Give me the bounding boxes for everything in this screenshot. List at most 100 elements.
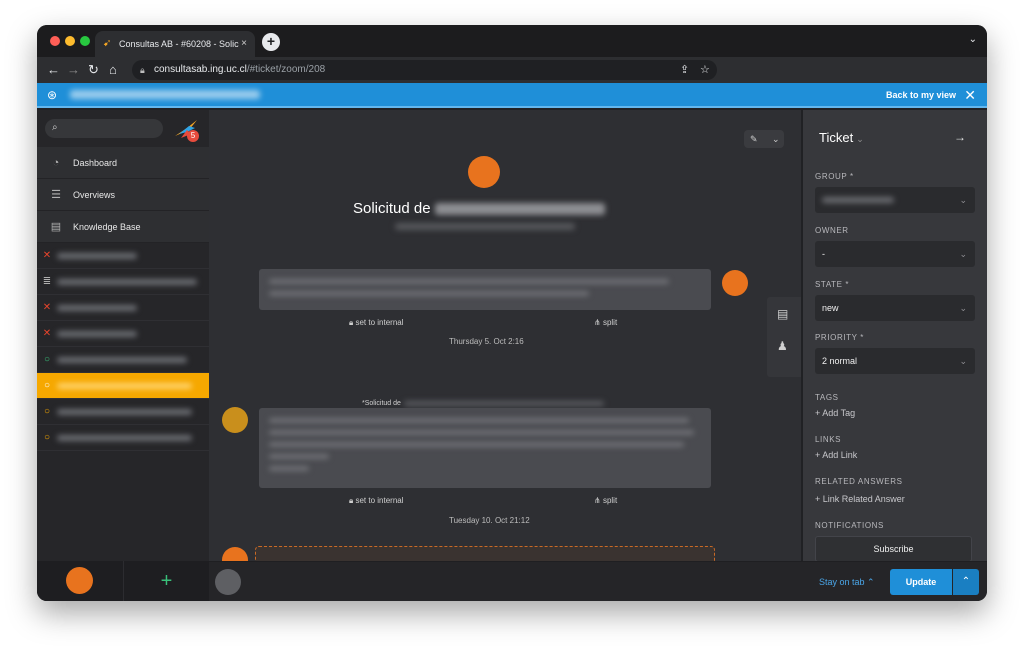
bookmark-star-icon[interactable]: ☆ (700, 60, 710, 80)
knowledge-base-icon: ▤ (50, 221, 62, 233)
article-avatar[interactable] (222, 407, 248, 433)
group-select[interactable]: ⌄ (815, 187, 975, 213)
ticket-title[interactable]: Solicitud de (353, 198, 605, 220)
ticket-attributes-sidebar: Ticket ⌄ → GROUP * ⌄ OWNER - ⌄ STATE * new… (803, 110, 987, 562)
url-path: /#ticket/zoom/208 (246, 64, 326, 75)
open-ticket-tab[interactable]: ○ (37, 425, 209, 451)
open-state-icon: ○ (43, 354, 51, 365)
url-host: consultasab.ing.uc.cl (154, 64, 247, 75)
new-tab-button[interactable]: + (262, 33, 280, 51)
priority-label: PRIORITY * (815, 333, 864, 342)
customer-icon[interactable]: ♟ (777, 339, 788, 353)
chevron-down-icon: ⌄ (959, 356, 967, 366)
article-avatar[interactable] (722, 270, 748, 296)
agent-avatar[interactable] (215, 569, 241, 595)
nav-overviews[interactable]: ☰ Overviews (37, 179, 209, 211)
customer-avatar[interactable] (468, 156, 500, 188)
add-tag-link[interactable]: + Add Tag (815, 408, 855, 418)
priority-select[interactable]: 2 normal ⌄ (815, 348, 975, 374)
nav-knowledge-base[interactable]: ▤ Knowledge Base (37, 211, 209, 243)
back-to-my-view-link[interactable]: Back to my view (886, 83, 956, 108)
close-banner-icon[interactable]: ✕ (964, 83, 976, 108)
browser-tab-title: Consultas AB - #60208 - Solic (119, 39, 239, 49)
update-button[interactable]: Update (890, 569, 952, 595)
dashboard-icon: ◔ (52, 157, 60, 169)
stay-on-tab-toggle[interactable]: Stay on tab ⌃ (819, 562, 875, 601)
new-state-icon: ○ (43, 432, 51, 443)
related-answers-label: RELATED ANSWERS (815, 477, 903, 486)
close-state-icon: ✕ (42, 302, 52, 313)
forward-icon[interactable]: → (67, 61, 80, 79)
link-related-answer-link[interactable]: + Link Related Answer (815, 494, 905, 504)
new-ticket-button[interactable]: + (123, 561, 209, 601)
owner-label: OWNER (815, 226, 849, 235)
browser-toolbar: ← → ↻ ⌂ 🔒︎ consultasab.ing.uc.cl/#ticket… (37, 57, 987, 83)
notifications-label: NOTIFICATIONS (815, 521, 884, 530)
system-message: *Solicitud de (362, 400, 604, 407)
user-switch-icon: ⊛ (47, 88, 58, 102)
zoom-window-dot[interactable] (80, 36, 90, 46)
split-button[interactable]: ⋔ split (594, 318, 617, 327)
tags-label: TAGS (815, 393, 839, 402)
open-knowledge-tab[interactable]: ≣ (37, 269, 209, 295)
nav-dashboard-label: Dashboard (73, 158, 118, 168)
update-options-chevron-icon[interactable]: ⌃ (953, 569, 979, 595)
close-state-icon: ✕ (42, 250, 52, 261)
set-internal-button[interactable]: 🔒︎ set to internal (349, 496, 404, 506)
open-ticket-tab[interactable]: ✕ (37, 243, 209, 269)
minimize-window-dot[interactable] (65, 36, 75, 46)
browser-tab-strip: ➹ Consultas AB - #60208 - Solic × + ⌄ (37, 25, 987, 57)
open-ticket-tab-active[interactable]: ○ (37, 373, 209, 399)
share-icon[interactable]: ⇪ (680, 60, 689, 80)
open-ticket-tab[interactable]: ○ (37, 399, 209, 425)
article-icon: ≣ (42, 276, 52, 287)
group-label: GROUP * (815, 172, 854, 181)
reply-draft[interactable] (255, 546, 715, 561)
switched-user-banner: ⊛ Back to my view ✕ (37, 83, 987, 108)
open-ticket-tab[interactable]: ○ (37, 347, 209, 373)
search-input[interactable]: ⌕ (45, 119, 163, 138)
article-body (259, 408, 711, 488)
open-ticket-tab[interactable]: ✕ (37, 321, 209, 347)
tab-close-icon[interactable]: × (241, 31, 247, 57)
collapse-arrow-icon[interactable]: → (954, 130, 966, 144)
back-icon[interactable]: ← (47, 61, 60, 79)
open-ticket-tab[interactable]: ✕ (37, 295, 209, 321)
zammad-favicon-icon: ➹ (103, 38, 112, 49)
sidebar-title[interactable]: Ticket ⌄ (819, 130, 864, 145)
new-state-icon: ○ (43, 380, 51, 391)
overviews-icon: ☰ (51, 189, 61, 201)
lock-icon: 🔒︎ (140, 65, 145, 75)
browser-window: ➹ Consultas AB - #60208 - Solic × + ⌄ ← … (37, 25, 987, 601)
nav-dashboard[interactable]: ◔ Dashboard (37, 147, 209, 179)
search-icon: ⌕ (52, 122, 58, 133)
reload-icon[interactable]: ↻ (88, 61, 99, 79)
nav-knowledge-base-label: Knowledge Base (73, 222, 141, 232)
user-avatar[interactable] (66, 567, 93, 594)
article-body (259, 269, 711, 310)
close-state-icon: ✕ (42, 328, 52, 339)
logo[interactable]: 5 (173, 116, 199, 142)
article-date: Thursday 5. Oct 2:16 (449, 337, 524, 346)
ticket-zoom: ✎ ⌄ Solicitud de 🔒︎ set to internal ⋔ sp… (209, 110, 801, 561)
tab-search-icon[interactable]: ⌄ (969, 34, 977, 45)
banner-text-blurred (70, 90, 260, 99)
home-icon[interactable]: ⌂ (109, 61, 117, 79)
browser-tab[interactable]: ➹ Consultas AB - #60208 - Solic × (95, 31, 255, 57)
close-window-dot[interactable] (50, 36, 60, 46)
article-avatar[interactable] (222, 547, 248, 561)
owner-select[interactable]: - ⌄ (815, 241, 975, 267)
set-internal-button[interactable]: 🔒︎ set to internal (349, 318, 404, 328)
left-sidebar: ⌕ 5 ◔ Dashboard ☰ Overviews ▤ Knowledge … (37, 110, 209, 601)
nav-overviews-label: Overviews (73, 190, 116, 200)
edit-ticket-button[interactable]: ✎ ⌄ (744, 130, 784, 148)
ticket-action-bar: Stay on tab ⌃ Update ⌃ (209, 561, 987, 601)
ticket-meta (395, 223, 575, 230)
chat-icon[interactable]: ▤ (777, 307, 788, 321)
add-link-link[interactable]: + Add Link (815, 450, 857, 460)
subscribe-button[interactable]: Subscribe (815, 536, 972, 562)
split-button[interactable]: ⋔ split (594, 496, 617, 505)
address-bar[interactable]: 🔒︎ consultasab.ing.uc.cl/#ticket/zoom/20… (132, 60, 717, 80)
state-select[interactable]: new ⌄ (815, 295, 975, 321)
links-label: LINKS (815, 435, 842, 444)
